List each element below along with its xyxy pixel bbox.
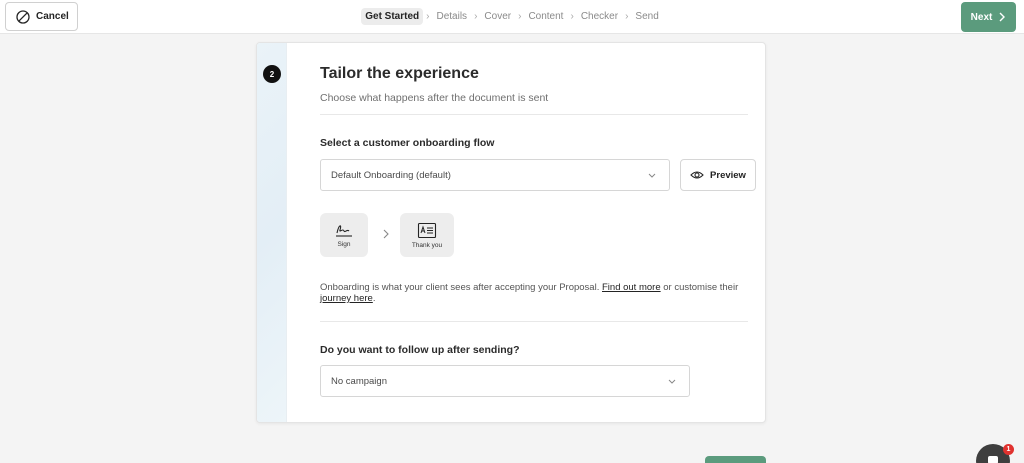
next-button[interactable]: Next [961, 2, 1016, 32]
chat-notification-badge: 1 [1003, 444, 1014, 455]
followup-campaign-value: No campaign [331, 375, 387, 387]
step-details[interactable]: Details [432, 8, 471, 25]
step-number-badge: 2 [263, 65, 281, 83]
flow-step-sign-label: Sign [337, 241, 351, 248]
chevron-right-icon: › [474, 11, 478, 22]
step-breadcrumb: Get Started › Details › Cover › Content … [0, 8, 1024, 25]
followup-campaign-select[interactable]: No campaign [320, 365, 690, 397]
info-text-part: Onboarding is what your client sees afte… [320, 282, 602, 293]
chevron-right-icon: › [518, 11, 522, 22]
step-content[interactable]: Content [524, 8, 567, 25]
chevron-right-icon [383, 229, 389, 239]
chevron-down-icon [668, 379, 676, 384]
step-cover[interactable]: Cover [480, 8, 515, 25]
bottom-next-button[interactable] [705, 456, 766, 463]
chevron-right-icon: › [625, 11, 629, 22]
card-side-strip: 2 [257, 43, 287, 422]
card-subtitle: Choose what happens after the document i… [320, 92, 549, 104]
onboarding-flow-value: Default Onboarding (default) [331, 169, 451, 181]
flow-step-thank-you-label: Thank you [411, 241, 443, 249]
tailor-experience-card: 2 Tailor the experience Choose what happ… [256, 42, 766, 423]
top-bar: Cancel Get Started › Details › Cover › C… [0, 0, 1024, 34]
chevron-down-icon [648, 173, 656, 178]
step-get-started[interactable]: Get Started [361, 8, 424, 25]
preview-label: Preview [710, 169, 746, 181]
journey-here-link[interactable]: journey here [320, 293, 373, 304]
chevron-right-icon: › [570, 11, 574, 22]
preview-button[interactable]: Preview [680, 159, 756, 191]
card-title: Tailor the experience [320, 65, 479, 82]
chevron-right-icon: › [426, 11, 430, 22]
onboarding-info-text: Onboarding is what your client sees afte… [320, 282, 750, 304]
onboarding-flow-label: Select a customer onboarding flow [320, 137, 495, 149]
thank-you-card-icon [417, 222, 437, 238]
step-checker[interactable]: Checker [577, 8, 622, 25]
step-send[interactable]: Send [631, 8, 662, 25]
flow-step-thank-you[interactable]: Thank you [400, 213, 454, 257]
next-label: Next [970, 11, 993, 23]
onboarding-flow-select[interactable]: Default Onboarding (default) [320, 159, 670, 191]
followup-label: Do you want to follow up after sending? [320, 344, 520, 356]
info-text-part: . [372, 293, 376, 304]
find-out-more-link[interactable]: Find out more [602, 282, 661, 293]
info-text-part: or customise their [660, 282, 739, 293]
flow-step-sign[interactable]: Sign [320, 213, 368, 257]
eye-icon [690, 171, 704, 179]
signature-icon [336, 225, 352, 237]
chevron-right-icon [999, 12, 1006, 22]
chat-icon [988, 456, 998, 463]
divider [320, 321, 748, 322]
divider [320, 114, 748, 115]
